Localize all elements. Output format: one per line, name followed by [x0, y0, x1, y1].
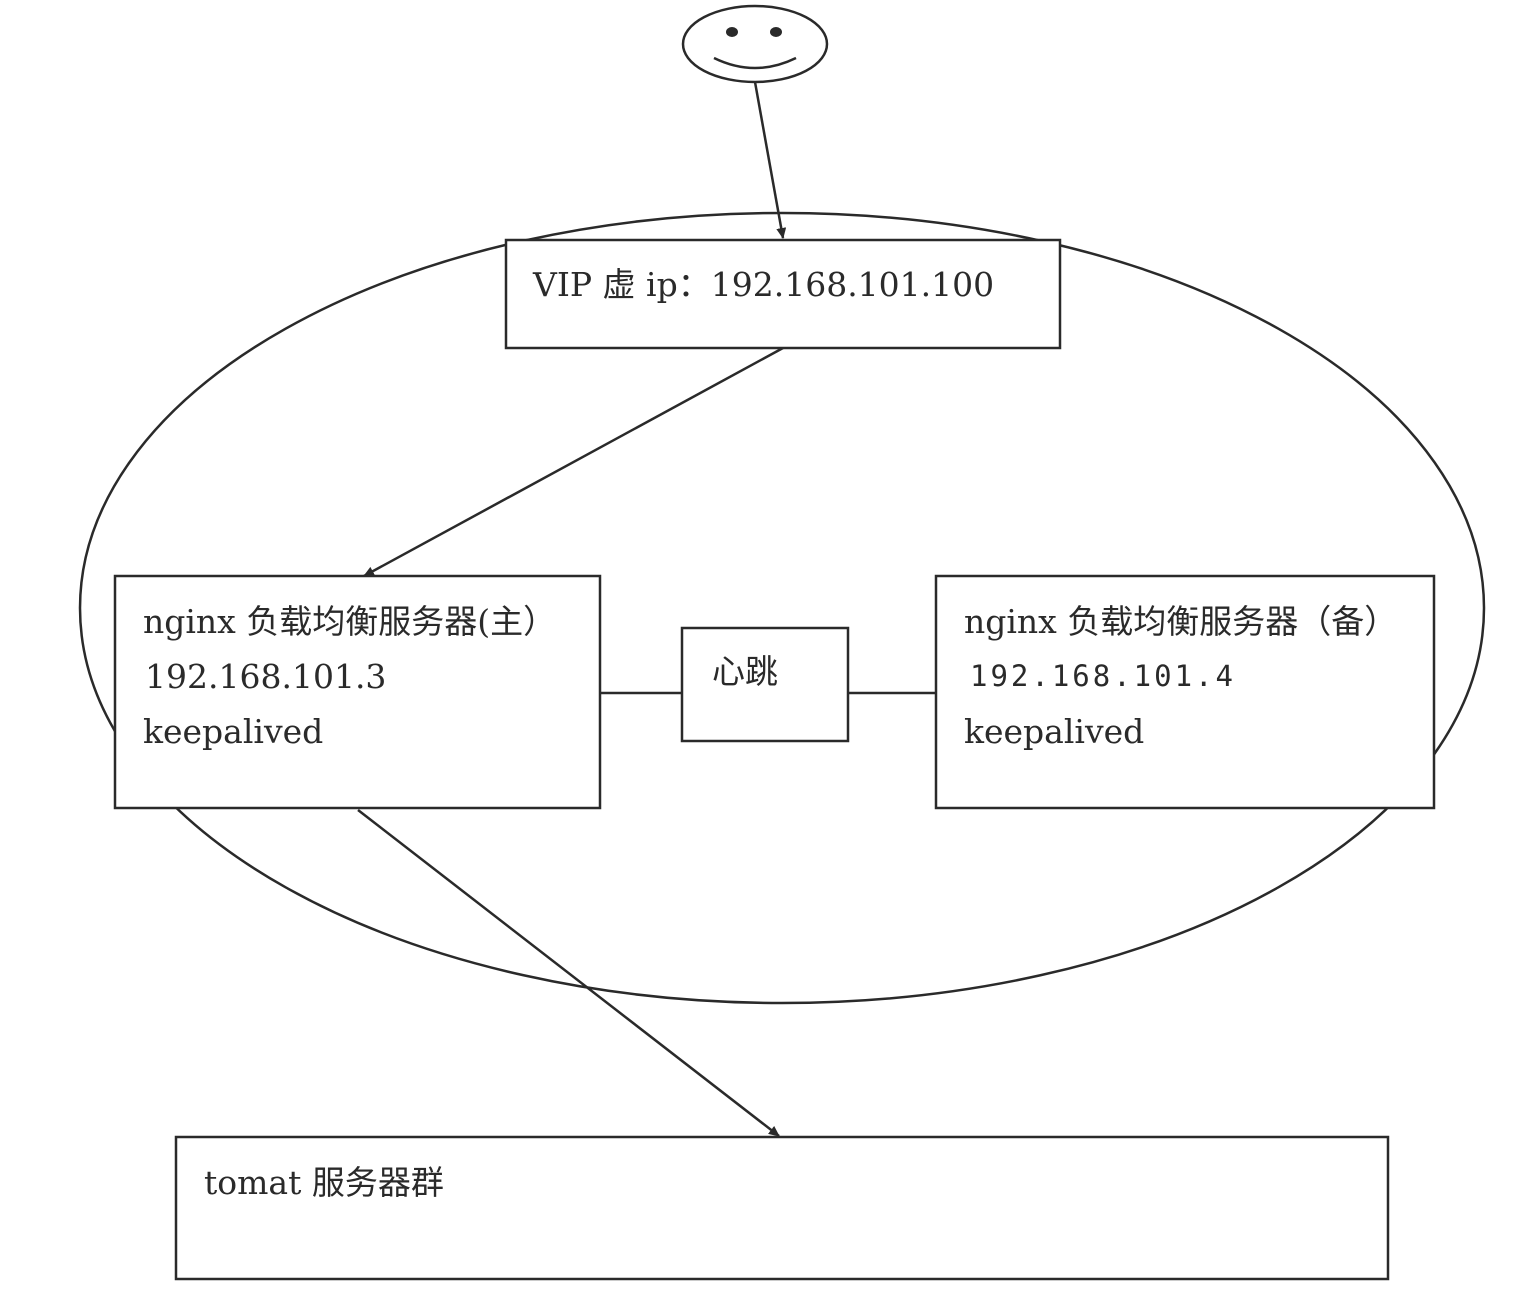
backup-title: nginx 负载均衡服务器（备）	[964, 602, 1398, 641]
backup-software: keepalived	[964, 712, 1145, 751]
diagram-canvas: VIP 虚 ip：192.168.101.100 nginx 负载均衡服务器(主…	[0, 0, 1524, 1298]
vip-label: VIP 虚 ip：192.168.101.100	[533, 265, 995, 304]
heartbeat-label: 心跳	[712, 652, 778, 691]
diagram-svg	[78, 4, 1486, 1281]
master-ip: 192.168.101.3	[145, 657, 387, 696]
master-software: keepalived	[143, 712, 324, 751]
tomcat-label: tomat 服务器群	[204, 1163, 444, 1202]
tomcat-box	[174, 1135, 1390, 1281]
smiley-face-icon	[681, 4, 829, 84]
master-title: nginx 负载均衡服务器(主）	[143, 602, 557, 641]
edge-master-to-tomcat	[357, 809, 780, 1137]
edge-vip-to-master	[363, 346, 784, 578]
edge-user-to-vip	[753, 81, 787, 239]
backup-ip: 192.168.101.4	[970, 659, 1236, 693]
